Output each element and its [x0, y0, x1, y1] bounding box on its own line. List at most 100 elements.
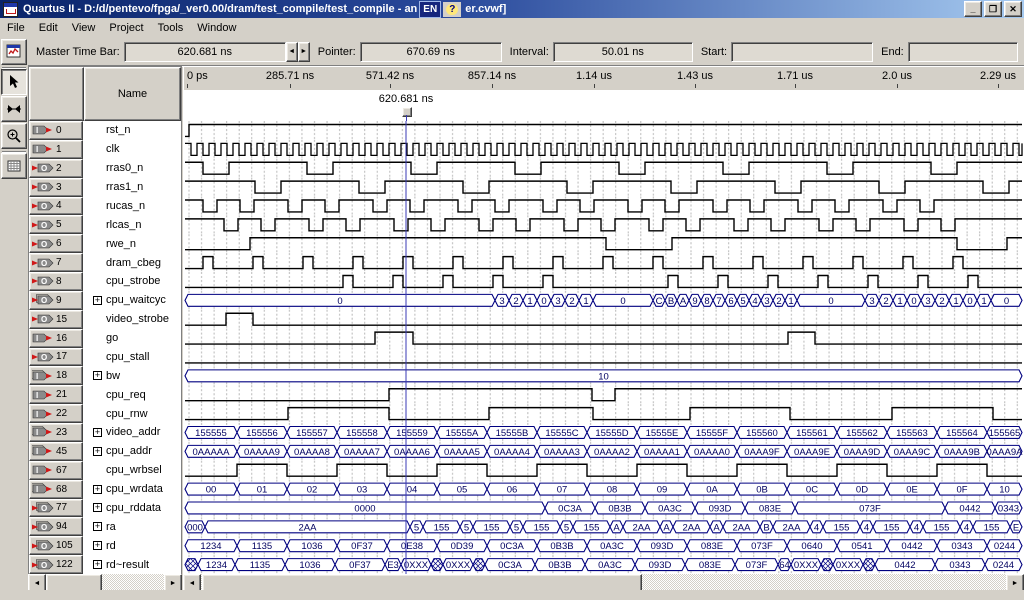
waveform-scrollbar[interactable]: ◄►	[183, 574, 1024, 590]
close-button[interactable]: ✕	[1004, 1, 1022, 17]
signal-row-rras0_n[interactable]: O2rras0_n	[29, 159, 181, 178]
signal-row-rd~result[interactable]: O122+rd~result	[29, 555, 181, 574]
signal-row-ra[interactable]: O94+ra	[29, 517, 181, 536]
signal-row-cpu_wrbsel[interactable]: I67cpu_wrbsel	[29, 461, 181, 480]
signal-name-cell[interactable]: cpu_stall	[83, 348, 181, 367]
signal-name-cell[interactable]: cpu_rnw	[83, 404, 181, 423]
zoom-tool[interactable]	[1, 123, 27, 149]
language-indicator[interactable]: EN	[419, 1, 441, 18]
node-number-cell[interactable]: O77	[29, 499, 83, 518]
menu-edit[interactable]: Edit	[32, 20, 65, 36]
signal-row-rlcas_n[interactable]: O5rlcas_n	[29, 215, 181, 234]
signal-row-rst_n[interactable]: I0rst_n	[29, 121, 181, 140]
node-number-cell[interactable]: I16	[29, 329, 83, 348]
node-number-cell[interactable]: O9	[29, 291, 83, 310]
waveform-canvas[interactable]: 032103210CBA9876543210321032101010155555…	[183, 121, 1024, 574]
signal-name-cell[interactable]: +cpu_waitcyc	[83, 291, 181, 310]
expand-plus-icon[interactable]: +	[93, 428, 102, 437]
split-tool[interactable]	[1, 96, 27, 122]
signal-name-cell[interactable]: +ra	[83, 517, 181, 536]
expand-plus-icon[interactable]: +	[93, 522, 102, 531]
signal-name-cell[interactable]: video_strobe	[83, 310, 181, 329]
signal-name-cell[interactable]: go	[83, 329, 181, 348]
signal-name-cell[interactable]: +cpu_wrdata	[83, 480, 181, 499]
node-number-cell[interactable]: I21	[29, 385, 83, 404]
help-icon[interactable]: ?	[443, 2, 461, 17]
signal-row-video_strobe[interactable]: O15video_strobe	[29, 310, 181, 329]
master-time-bar-field[interactable]: 620.681 ns	[124, 42, 286, 62]
node-number-cell[interactable]: I67	[29, 461, 83, 480]
signal-row-rucas_n[interactable]: O4rucas_n	[29, 197, 181, 216]
signal-name-cell[interactable]: +bw	[83, 366, 181, 385]
node-number-cell[interactable]: O15	[29, 310, 83, 329]
expand-plus-icon[interactable]: +	[93, 560, 102, 569]
signal-row-cpu_rddata[interactable]: O77+cpu_rddata	[29, 499, 181, 518]
menu-project[interactable]: Project	[102, 20, 150, 36]
signal-row-cpu_wrdata[interactable]: I68+cpu_wrdata	[29, 480, 181, 499]
node-number-cell[interactable]: O105	[29, 536, 83, 555]
time-ruler[interactable]: 0 ps285.71 ns571.42 ns857.14 ns1.14 us1.…	[183, 66, 1024, 91]
signal-name-cell[interactable]: +cpu_addr	[83, 442, 181, 461]
node-number-cell[interactable]: O122	[29, 555, 83, 574]
signal-row-dram_cbeg[interactable]: O7dram_cbeg	[29, 253, 181, 272]
minimize-button[interactable]: _	[964, 1, 982, 17]
node-number-cell[interactable]: O17	[29, 348, 83, 367]
expand-plus-icon[interactable]: +	[93, 296, 102, 305]
signal-name-cell[interactable]: +rd~result	[83, 555, 181, 574]
signal-name-cell[interactable]: rras1_n	[83, 178, 181, 197]
expand-plus-icon[interactable]: +	[93, 447, 102, 456]
signal-name-cell[interactable]: +video_addr	[83, 423, 181, 442]
node-number-cell[interactable]: O8	[29, 272, 83, 291]
signal-row-bw[interactable]: I18+bw	[29, 366, 181, 385]
signal-name-cell[interactable]: clk	[83, 140, 181, 159]
signal-row-cpu_strobe[interactable]: O8cpu_strobe	[29, 272, 181, 291]
expand-plus-icon[interactable]: +	[93, 541, 102, 550]
signal-name-cell[interactable]: dram_cbeg	[83, 253, 181, 272]
signal-name-cell[interactable]: rst_n	[83, 121, 181, 140]
menu-file[interactable]: File	[0, 20, 32, 36]
names-scrollbar[interactable]: ◄►	[28, 574, 182, 590]
menu-window[interactable]: Window	[190, 20, 243, 36]
signal-name-cell[interactable]: +cpu_rddata	[83, 499, 181, 518]
expand-plus-icon[interactable]: +	[93, 485, 102, 494]
select-tool[interactable]	[1, 69, 27, 95]
signal-row-cpu_waitcyc[interactable]: O9+cpu_waitcyc	[29, 291, 181, 310]
signal-row-rwe_n[interactable]: O6rwe_n	[29, 234, 181, 253]
signal-row-cpu_rnw[interactable]: I22cpu_rnw	[29, 404, 181, 423]
node-number-cell[interactable]: O6	[29, 234, 83, 253]
node-number-cell[interactable]: I22	[29, 404, 83, 423]
node-number-cell[interactable]: O5	[29, 215, 83, 234]
report-tool[interactable]	[1, 39, 27, 65]
time-spin-left[interactable]: ◄	[286, 42, 298, 62]
signal-row-video_addr[interactable]: I23+video_addr	[29, 423, 181, 442]
signal-name-cell[interactable]: rucas_n	[83, 197, 181, 216]
cursor-handle[interactable]	[402, 107, 412, 117]
signal-name-cell[interactable]: cpu_req	[83, 385, 181, 404]
time-spin-right[interactable]: ►	[298, 42, 310, 62]
signal-name-cell[interactable]: rlcas_n	[83, 215, 181, 234]
expand-plus-icon[interactable]: +	[93, 371, 102, 380]
node-number-cell[interactable]: I18	[29, 366, 83, 385]
scroll-track[interactable]	[642, 574, 1006, 590]
node-number-cell[interactable]: I0	[29, 121, 83, 140]
node-number-cell[interactable]: I45	[29, 442, 83, 461]
node-number-cell[interactable]: I68	[29, 480, 83, 499]
signal-name-cell[interactable]: cpu_strobe	[83, 272, 181, 291]
start-field[interactable]	[731, 42, 873, 62]
waveform-panel[interactable]: 0 ps285.71 ns571.42 ns857.14 ns1.14 us1.…	[183, 66, 1024, 574]
end-field[interactable]	[908, 42, 1018, 62]
signal-name-cell[interactable]: +rd	[83, 536, 181, 555]
signal-row-rras1_n[interactable]: O3rras1_n	[29, 178, 181, 197]
node-number-cell[interactable]: O3	[29, 178, 83, 197]
signal-name-cell[interactable]: rwe_n	[83, 234, 181, 253]
node-number-cell[interactable]: O7	[29, 253, 83, 272]
master-time-bar-strip[interactable]: 620.681 ns	[183, 90, 1024, 121]
node-number-cell[interactable]: O94	[29, 517, 83, 536]
restore-button[interactable]: ❐	[984, 1, 1002, 17]
signal-row-rd[interactable]: O105+rd	[29, 536, 181, 555]
node-number-cell[interactable]: O2	[29, 159, 83, 178]
signal-row-cpu_stall[interactable]: O17cpu_stall	[29, 348, 181, 367]
menu-tools[interactable]: Tools	[151, 20, 191, 36]
signal-row-cpu_addr[interactable]: I45+cpu_addr	[29, 442, 181, 461]
fullscreen-grid-tool[interactable]	[1, 153, 27, 179]
